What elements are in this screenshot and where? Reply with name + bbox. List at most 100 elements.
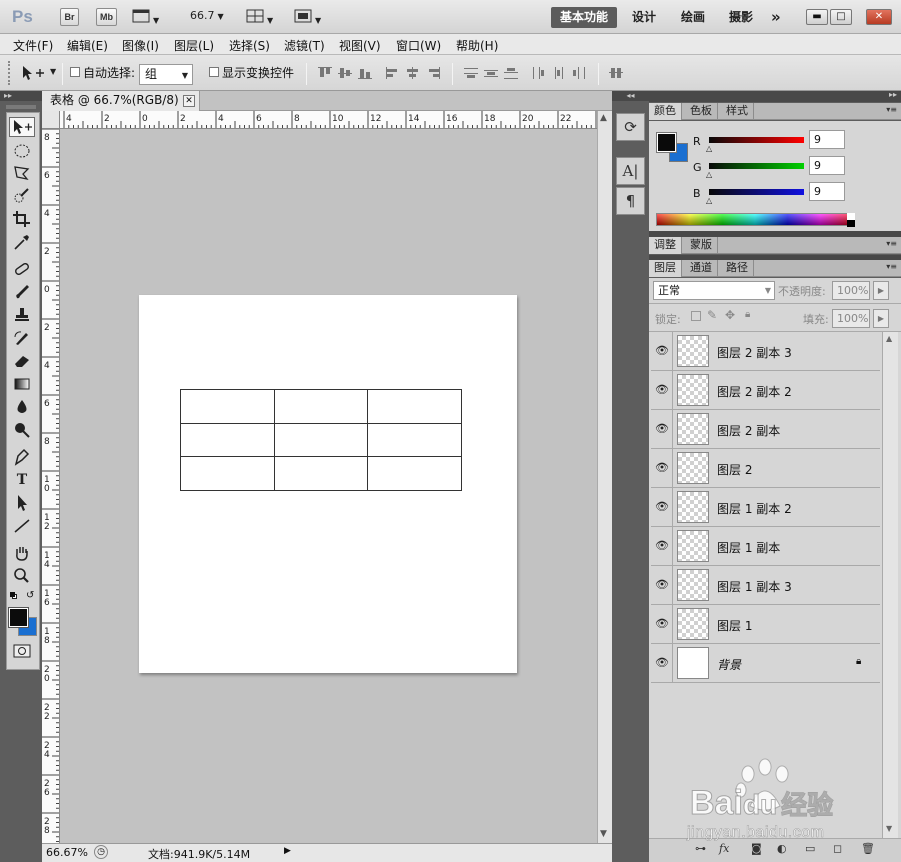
- scroll-down-arrow-icon[interactable]: ▼: [600, 829, 607, 839]
- type-tool[interactable]: T: [9, 470, 35, 490]
- visibility-toggle[interactable]: 👁︎: [651, 371, 673, 409]
- red-value-input[interactable]: 9: [809, 130, 845, 149]
- lock-all-icon[interactable]: 🔒︎: [745, 309, 750, 320]
- tab-adjustments[interactable]: 调整: [649, 237, 682, 254]
- fill-input[interactable]: 100%: [832, 309, 870, 328]
- menu-select[interactable]: 选择(S): [229, 37, 270, 54]
- eraser-tool[interactable]: [9, 351, 35, 371]
- close-document-button[interactable]: ✕: [183, 95, 195, 107]
- menu-filter[interactable]: 滤镜(T): [284, 37, 325, 54]
- horizontal-ruler[interactable]: 4202468101214161820222: [60, 111, 597, 129]
- layer-row[interactable]: 👁︎ 图层 1 副本: [651, 527, 880, 566]
- tools-panel-grip[interactable]: [6, 105, 36, 109]
- zoom-percentage[interactable]: 66.67%: [46, 846, 88, 859]
- tool-preset-picker[interactable]: ▼: [20, 63, 58, 83]
- history-panel-button[interactable]: ⟳: [616, 113, 645, 141]
- align-left-edges-button[interactable]: [386, 67, 400, 79]
- workspace-essentials[interactable]: 基本功能: [551, 7, 617, 28]
- ramp-white-swatch[interactable]: [847, 213, 855, 220]
- align-top-edges-button[interactable]: [318, 67, 332, 79]
- pen-tool[interactable]: [9, 447, 35, 467]
- mini-bridge-button[interactable]: Mb: [96, 8, 117, 26]
- menu-file[interactable]: 文件(F): [13, 37, 53, 54]
- distribute-right-edges-button[interactable]: [572, 67, 586, 79]
- panel-menu-icon[interactable]: ▾≡: [886, 262, 897, 271]
- brush-tool[interactable]: [9, 282, 35, 302]
- quick-mask-button[interactable]: [9, 641, 35, 661]
- ramp-black-swatch[interactable]: [847, 220, 855, 227]
- menu-view[interactable]: 视图(V): [339, 37, 381, 54]
- foreground-color-swatch[interactable]: [8, 607, 29, 628]
- quick-selection-tool[interactable]: [9, 186, 35, 206]
- align-right-edges-button[interactable]: [426, 67, 440, 79]
- spot-healing-brush-tool[interactable]: [9, 259, 35, 279]
- panel-menu-icon[interactable]: ▾≡: [886, 105, 897, 114]
- panel-dock-header[interactable]: ▸▸: [649, 90, 901, 102]
- menu-image[interactable]: 图像(I): [122, 37, 159, 54]
- document-tab[interactable]: 表格 @ 66.7%(RGB/8) * ✕: [42, 91, 200, 111]
- document-canvas[interactable]: [139, 295, 517, 673]
- fill-slider-button[interactable]: ▶: [873, 309, 889, 328]
- color-panel-foreground-swatch[interactable]: [656, 132, 677, 153]
- auto-select-checkbox[interactable]: [70, 67, 80, 77]
- tab-channels[interactable]: 通道: [685, 260, 718, 277]
- hand-tool[interactable]: [9, 543, 35, 563]
- green-slider-thumb[interactable]: △: [706, 170, 712, 179]
- screen-mode-dropdown[interactable]: ▼: [294, 9, 321, 25]
- background-layer-row[interactable]: 👁︎ 背景 🔒︎: [651, 644, 880, 683]
- visibility-toggle[interactable]: 👁︎: [651, 332, 673, 370]
- layer-row[interactable]: 👁︎ 图层 2 副本: [651, 410, 880, 449]
- opacity-slider-button[interactable]: ▶: [873, 281, 889, 300]
- layer-row[interactable]: 👁︎ 图层 1: [651, 605, 880, 644]
- view-extras-dropdown[interactable]: ▼: [132, 9, 159, 25]
- blue-slider[interactable]: [709, 189, 804, 195]
- menu-help[interactable]: 帮助(H): [456, 37, 498, 54]
- new-adjustment-layer-button[interactable]: ◐: [777, 842, 787, 855]
- add-mask-button[interactable]: ◙: [751, 842, 762, 855]
- distribute-horizontal-centers-button[interactable]: [552, 67, 566, 79]
- tools-panel-header[interactable]: ▸▸: [0, 91, 42, 101]
- opacity-input[interactable]: 100%: [832, 281, 870, 300]
- layer-row[interactable]: 👁︎ 图层 2 副本 2: [651, 371, 880, 410]
- paragraph-panel-button[interactable]: ¶: [616, 187, 645, 215]
- blue-value-input[interactable]: 9: [809, 182, 845, 201]
- delete-layer-button[interactable]: 🗑︎: [861, 842, 875, 855]
- zoom-tool[interactable]: [9, 566, 35, 586]
- visibility-toggle[interactable]: 👁︎: [651, 566, 673, 604]
- history-brush-tool[interactable]: [9, 328, 35, 348]
- visibility-toggle[interactable]: 👁︎: [651, 605, 673, 643]
- show-transform-controls-checkbox[interactable]: [209, 67, 219, 77]
- lock-transparent-pixels-icon[interactable]: [691, 311, 701, 321]
- link-layers-button[interactable]: ⊶: [695, 842, 706, 855]
- auto-align-layers-button[interactable]: [609, 67, 623, 79]
- canvas-area[interactable]: [60, 129, 597, 843]
- status-menu-arrow-icon[interactable]: ▶: [284, 846, 291, 856]
- tab-masks[interactable]: 蒙版: [685, 237, 718, 254]
- vertical-ruler[interactable]: 86420246810121416182022242628: [42, 129, 60, 843]
- tab-paths[interactable]: 路径: [721, 260, 754, 277]
- align-bottom-edges-button[interactable]: [358, 67, 372, 79]
- line-tool[interactable]: [9, 516, 35, 536]
- visibility-toggle[interactable]: 👁︎: [651, 644, 673, 682]
- tab-styles[interactable]: 样式: [721, 103, 754, 120]
- red-slider-thumb[interactable]: △: [706, 144, 712, 153]
- blue-slider-thumb[interactable]: △: [706, 196, 712, 205]
- layers-scrollbar[interactable]: ▲ ▼: [882, 332, 898, 838]
- panel-menu-icon[interactable]: ▾≡: [886, 239, 897, 248]
- visibility-toggle[interactable]: 👁︎: [651, 488, 673, 526]
- close-window-button[interactable]: ✕: [866, 9, 892, 25]
- menu-edit[interactable]: 编辑(E): [67, 37, 108, 54]
- tab-color[interactable]: 颜色: [649, 103, 682, 120]
- blur-tool[interactable]: [9, 397, 35, 417]
- move-tool[interactable]: [9, 117, 35, 137]
- path-selection-tool[interactable]: [9, 493, 35, 513]
- align-vertical-centers-button[interactable]: [338, 67, 352, 79]
- distribute-bottom-edges-button[interactable]: [504, 67, 518, 79]
- crop-tool[interactable]: [9, 209, 35, 229]
- align-horizontal-centers-button[interactable]: [406, 67, 420, 79]
- visibility-toggle[interactable]: 👁︎: [651, 449, 673, 487]
- color-spectrum-ramp[interactable]: [656, 213, 854, 226]
- options-bar-grip[interactable]: [8, 61, 12, 85]
- eyedropper-tool[interactable]: [9, 232, 35, 252]
- default-colors-button[interactable]: [10, 592, 17, 599]
